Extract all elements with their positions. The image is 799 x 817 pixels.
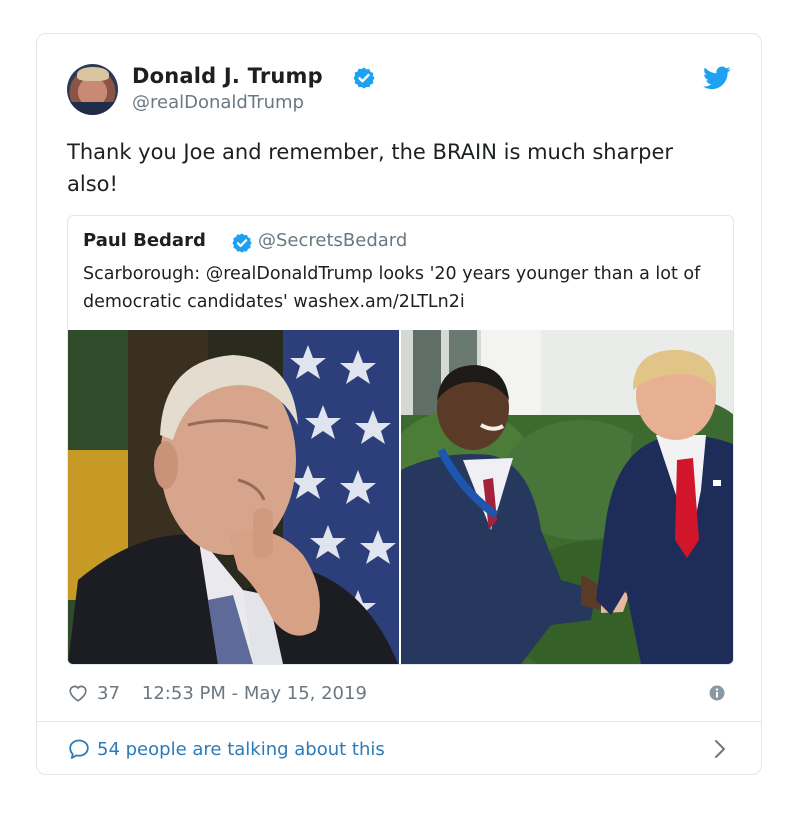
tweet-timestamp[interactable]: 12:53 PM - May 15, 2019 bbox=[142, 683, 367, 704]
author-name[interactable]: Donald J. Trump bbox=[132, 64, 323, 88]
talking-count[interactable]: 54 people are talking about this bbox=[97, 739, 385, 760]
like-count[interactable]: 37 bbox=[97, 683, 120, 704]
tweet-text: Thank you Joe and remember, the BRAIN is… bbox=[67, 140, 674, 196]
card-divider bbox=[37, 721, 761, 722]
author-handle[interactable]: @realDonaldTrump bbox=[132, 92, 304, 113]
quoted-author-handle[interactable]: @SecretsBedard bbox=[258, 230, 407, 251]
embedded-tweet-card[interactable]: Donald J. Trump @realDonaldTrump Thank y… bbox=[36, 33, 762, 775]
quoted-tweet-text: Scarborough: @realDonaldTrump looks '20 … bbox=[83, 264, 701, 312]
author-avatar[interactable] bbox=[67, 64, 118, 115]
quoted-author-name[interactable]: Paul Bedard bbox=[83, 230, 206, 251]
verified-badge-icon bbox=[232, 233, 252, 253]
twitter-bird-icon[interactable] bbox=[703, 66, 731, 90]
quoted-photo-right[interactable] bbox=[401, 330, 733, 664]
chevron-right-icon[interactable] bbox=[713, 738, 727, 760]
quoted-photo-left[interactable] bbox=[68, 330, 399, 664]
tweet-meta: 37 12:53 PM - May 15, 2019 bbox=[67, 679, 367, 707]
info-icon[interactable] bbox=[709, 685, 725, 701]
verified-badge-icon bbox=[353, 67, 375, 89]
conversation-link[interactable]: 54 people are talking about this bbox=[67, 736, 385, 762]
quoted-tweet-photos[interactable] bbox=[68, 330, 733, 664]
speech-bubble-icon bbox=[69, 739, 89, 759]
quoted-tweet[interactable]: Paul Bedard @SecretsBedard Scarborough: … bbox=[67, 215, 734, 665]
heart-icon[interactable] bbox=[67, 682, 89, 704]
